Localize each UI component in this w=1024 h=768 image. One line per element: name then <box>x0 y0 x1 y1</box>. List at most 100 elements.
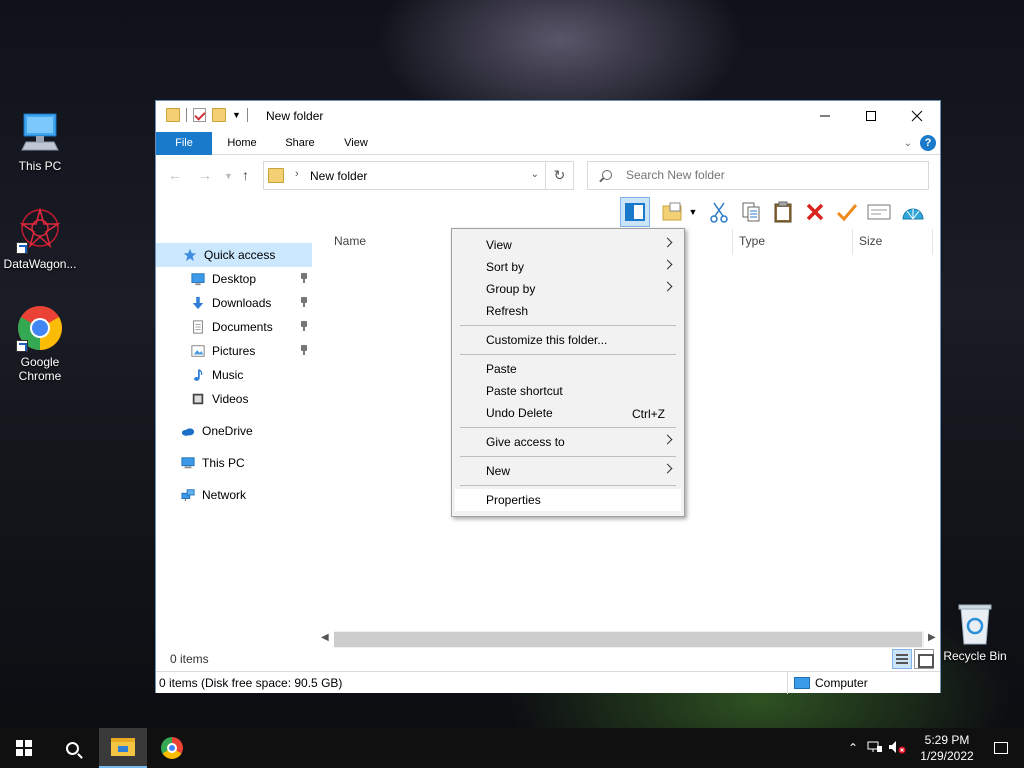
nav-item-desktop[interactable]: Desktop <box>156 267 312 291</box>
minimize-button[interactable] <box>802 101 848 131</box>
nav-item-onedrive[interactable]: OneDrive <box>156 419 312 443</box>
start-button[interactable] <box>0 728 48 768</box>
scroll-right-icon[interactable]: ▶ <box>928 632 936 643</box>
tab-share[interactable]: Share <box>274 132 326 155</box>
up-arrow-icon[interactable]: ↑ <box>242 167 249 183</box>
column-divider[interactable] <box>852 229 853 255</box>
details-view-button[interactable] <box>892 649 912 669</box>
navigation-bar: ← → ▼ ↑ › New folder ⌄ ↻ <box>156 159 940 193</box>
copy-button[interactable] <box>736 197 766 227</box>
new-folder-icon[interactable] <box>212 108 226 122</box>
new-folder-dropdown[interactable]: ▼ <box>686 197 700 227</box>
cut-button[interactable] <box>704 197 734 227</box>
help-icon[interactable]: ? <box>920 135 936 151</box>
menu-item-refresh[interactable]: Refresh <box>455 300 681 322</box>
large-icons-view-button[interactable] <box>914 649 934 669</box>
menu-item-customize-folder[interactable]: Customize this folder... <box>455 329 681 351</box>
scrollbar-thumb[interactable] <box>334 632 922 647</box>
pin-icon[interactable] <box>300 321 308 331</box>
nav-item-pictures[interactable]: Pictures <box>156 339 312 363</box>
download-icon <box>192 296 204 310</box>
taskbar-chrome[interactable] <box>148 728 196 768</box>
desktop-icon-label: Recycle Bin <box>943 649 1007 663</box>
menu-item-paste-shortcut[interactable]: Paste shortcut <box>455 380 681 402</box>
nav-item-this-pc[interactable]: This PC <box>156 451 312 475</box>
horizontal-scrollbar[interactable]: ◀ ▶ <box>318 631 940 648</box>
desktop-icon-recycle-bin[interactable]: Recycle Bin <box>935 602 1015 663</box>
menu-separator <box>460 354 676 355</box>
nav-item-label: Quick access <box>204 248 276 262</box>
chrome-icon <box>161 737 183 759</box>
menu-item-undo-delete[interactable]: Undo Delete Ctrl+Z <box>455 402 681 424</box>
desktop-icon-google-chrome[interactable]: Google Chrome <box>0 304 80 383</box>
desktop-icon-datawagon[interactable]: DataWagon... <box>0 206 80 271</box>
show-hidden-icons-icon[interactable]: ⌃ <box>842 741 864 755</box>
title-bar[interactable]: ▼ New folder <box>156 101 940 131</box>
refresh-icon: ↻ <box>553 167 566 183</box>
menu-separator <box>460 325 676 326</box>
close-button[interactable] <box>894 101 940 131</box>
shell-button[interactable] <box>898 197 928 227</box>
desktop-icon-label: This PC <box>18 159 62 173</box>
taskbar-search-button[interactable] <box>48 728 96 768</box>
taskbar-file-explorer[interactable] <box>99 728 147 768</box>
status-location: Computer <box>787 672 942 694</box>
action-center-icon[interactable] <box>994 742 1008 754</box>
search-input[interactable] <box>626 168 916 182</box>
column-divider[interactable] <box>732 229 733 255</box>
search-box[interactable] <box>587 161 929 190</box>
scroll-left-icon[interactable]: ◀ <box>321 632 329 643</box>
forward-arrow-icon[interactable]: → <box>198 167 212 183</box>
properties-icon[interactable] <box>193 108 206 122</box>
maximize-button[interactable] <box>848 101 894 131</box>
network-status-icon[interactable] <box>864 740 886 757</box>
menu-item-new[interactable]: New <box>455 460 681 482</box>
column-header-type[interactable]: Type <box>739 234 765 248</box>
volume-muted-icon[interactable] <box>886 740 908 757</box>
clock[interactable]: 5:29 PM 1/29/2022 <box>908 732 986 764</box>
nav-item-downloads[interactable]: Downloads <box>156 291 312 315</box>
refresh-button[interactable]: ↻ <box>546 161 574 190</box>
tab-file[interactable]: File <box>156 132 212 155</box>
pin-icon[interactable] <box>300 345 308 355</box>
column-header-name[interactable]: Name <box>334 234 366 248</box>
submenu-arrow-icon <box>662 281 673 292</box>
nav-item-network[interactable]: Network <box>156 483 312 507</box>
delete-button[interactable] <box>800 197 830 227</box>
tab-view[interactable]: View <box>331 132 381 155</box>
pin-icon[interactable] <box>300 297 308 307</box>
breadcrumb-separator-icon[interactable]: › <box>295 168 299 180</box>
customize-qat-dropdown-icon[interactable]: ▼ <box>232 110 241 120</box>
menu-item-sort-by[interactable]: Sort by <box>455 256 681 278</box>
nav-item-videos[interactable]: Videos <box>156 387 312 411</box>
navigation-pane-button[interactable] <box>620 197 650 227</box>
recent-locations-icon[interactable]: ▼ <box>224 171 233 181</box>
expand-ribbon-icon[interactable]: ⌄ <box>904 138 912 149</box>
command-toolbar: ▼ <box>618 197 938 227</box>
menu-item-view[interactable]: View <box>455 234 681 256</box>
menu-item-group-by[interactable]: Group by <box>455 278 681 300</box>
nav-item-music[interactable]: Music <box>156 363 312 387</box>
cut-icon <box>710 202 728 223</box>
rename-button[interactable] <box>832 197 862 227</box>
properties-button[interactable] <box>864 197 894 227</box>
desktop-icon-this-pc[interactable]: This PC <box>0 108 80 173</box>
status-location-label: Computer <box>815 676 868 690</box>
pin-icon[interactable] <box>300 273 308 283</box>
nav-item-documents[interactable]: Documents <box>156 315 312 339</box>
tab-home[interactable]: Home <box>216 132 268 155</box>
column-header-size[interactable]: Size <box>859 234 882 248</box>
menu-item-give-access-to[interactable]: Give access to <box>455 431 681 453</box>
menu-item-label: Paste shortcut <box>486 384 563 398</box>
column-divider[interactable] <box>932 229 933 255</box>
menu-item-properties[interactable]: Properties <box>455 489 681 511</box>
address-dropdown-icon[interactable]: ⌄ <box>531 169 539 180</box>
status-bar: 0 items (Disk free space: 90.5 GB) Compu… <box>156 671 942 694</box>
menu-item-paste[interactable]: Paste <box>455 358 681 380</box>
address-bar[interactable]: › New folder ⌄ <box>263 161 546 190</box>
paste-button[interactable] <box>768 197 798 227</box>
new-folder-button[interactable] <box>658 197 688 227</box>
nav-item-quick-access[interactable]: Quick access <box>156 243 312 267</box>
star-icon <box>183 248 197 262</box>
back-arrow-icon[interactable]: ← <box>168 167 182 183</box>
